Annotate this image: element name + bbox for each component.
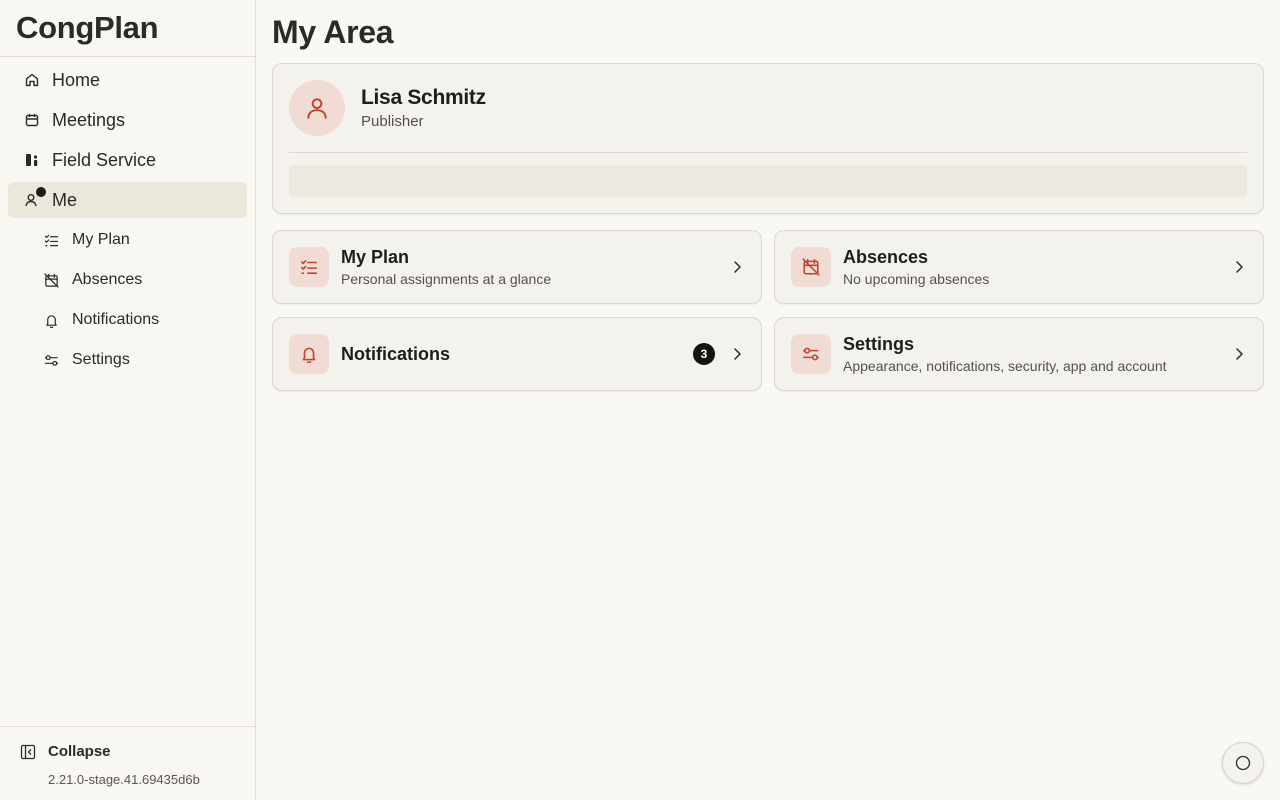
sidebar-footer: Collapse 2.21.0-stage.41.69435d6b: [0, 726, 255, 800]
sidebar-item-home[interactable]: Home: [8, 62, 247, 98]
sidebar-collapse-icon: [20, 744, 36, 760]
profile-role: Publisher: [361, 113, 424, 130]
tile-title: Notifications: [341, 343, 451, 364]
profile-card: Lisa Schmitz Publisher: [272, 63, 1264, 214]
tile-title: My Plan: [341, 247, 410, 267]
tile-absences[interactable]: Absences No upcoming absences: [774, 230, 1264, 304]
sidebar-item-meetings[interactable]: Meetings: [8, 102, 247, 138]
calendar-off-icon: [44, 272, 60, 288]
sidebar-item-field-service[interactable]: Field Service: [8, 142, 247, 178]
tile-subtitle: Appearance, notifications, security, app…: [843, 358, 1167, 374]
sliders-icon: [802, 347, 820, 361]
avatar: [289, 80, 345, 136]
tile-title: Settings: [843, 334, 915, 354]
floating-circle-button[interactable]: [1222, 742, 1264, 784]
sidebar-item-label: Field Service: [52, 149, 157, 170]
profile-divider: [289, 152, 1247, 153]
tile-icon-box: [791, 247, 831, 287]
collapse-label: Collapse: [48, 743, 111, 760]
app-version: 2.21.0-stage.41.69435d6b: [48, 772, 200, 787]
page-title: My Area: [272, 14, 394, 50]
chevron-right-icon: [1231, 346, 1247, 362]
brand-logo: CongPlan: [0, 0, 255, 57]
tile-icon-box: [289, 247, 329, 287]
bell-icon: [44, 312, 60, 328]
checklist-icon: [300, 260, 318, 274]
sidebar-subitem-settings[interactable]: Settings: [8, 342, 247, 378]
tile-icon-box: [289, 334, 329, 374]
calendar-icon: [24, 112, 40, 128]
sidebar-subitem-absences[interactable]: Absences: [8, 262, 247, 298]
sidebar-subitem-label: My Plan: [72, 231, 130, 248]
sidebar-subitem-notifications[interactable]: Notifications: [8, 302, 247, 338]
tile-settings[interactable]: Settings Appearance, notifications, secu…: [774, 317, 1264, 391]
sidebar-subitem-my-plan[interactable]: My Plan: [8, 222, 247, 258]
tile-text: My Plan Personal assignments at a glance: [341, 247, 729, 287]
user-icon: [307, 98, 327, 119]
tiles-grid: My Plan Personal assignments at a glance…: [272, 230, 1264, 391]
home-icon: [24, 72, 40, 88]
sidebar-item-label: Me: [52, 189, 78, 210]
sidebar-subitem-label: Settings: [72, 351, 130, 368]
main-content: My Area Lisa Schmitz Publisher My Plan P…: [256, 0, 1280, 800]
sidebar: CongPlan Home Meetings Field Service Me …: [0, 0, 256, 800]
user-icon: [24, 187, 46, 208]
sliders-icon: [44, 352, 60, 368]
chevron-right-icon: [1231, 259, 1247, 275]
tile-my-plan[interactable]: My Plan Personal assignments at a glance: [272, 230, 762, 304]
tile-text: Absences No upcoming absences: [843, 247, 1231, 287]
sidebar-nav: Home Meetings Field Service Me My Plan A…: [0, 57, 255, 387]
circle-icon: [1235, 755, 1251, 771]
chevron-right-icon: [729, 259, 745, 275]
tile-subtitle: Personal assignments at a glance: [341, 271, 552, 287]
bell-icon: [302, 347, 316, 363]
sidebar-item-label: Meetings: [52, 109, 126, 130]
notification-count-badge: 3: [693, 343, 715, 365]
checklist-icon: [44, 232, 60, 248]
profile-name: Lisa Schmitz: [361, 86, 486, 109]
tile-notifications[interactable]: Notifications 3: [272, 317, 762, 391]
app-root: CongPlan Home Meetings Field Service Me …: [0, 0, 1280, 800]
tile-icon-box: [791, 334, 831, 374]
tile-subtitle: No upcoming absences: [843, 271, 990, 287]
tile-text: Settings Appearance, notifications, secu…: [843, 334, 1231, 374]
profile-row: Lisa Schmitz Publisher: [289, 80, 1247, 136]
sidebar-item-label: Home: [52, 69, 101, 90]
calendar-off-icon: [802, 258, 820, 276]
sidebar-subitem-label: Notifications: [72, 311, 160, 328]
chevron-right-icon: [729, 346, 745, 362]
field-service-icon: [24, 152, 40, 168]
collapse-button[interactable]: Collapse: [20, 743, 235, 760]
sidebar-subitem-label: Absences: [72, 271, 143, 288]
loading-placeholder: [289, 165, 1247, 197]
profile-info: Lisa Schmitz Publisher: [361, 86, 486, 130]
notification-dot: [36, 187, 46, 197]
tile-title: Absences: [843, 247, 929, 267]
tile-text: Notifications: [341, 344, 693, 365]
sidebar-item-me[interactable]: Me: [8, 182, 247, 218]
